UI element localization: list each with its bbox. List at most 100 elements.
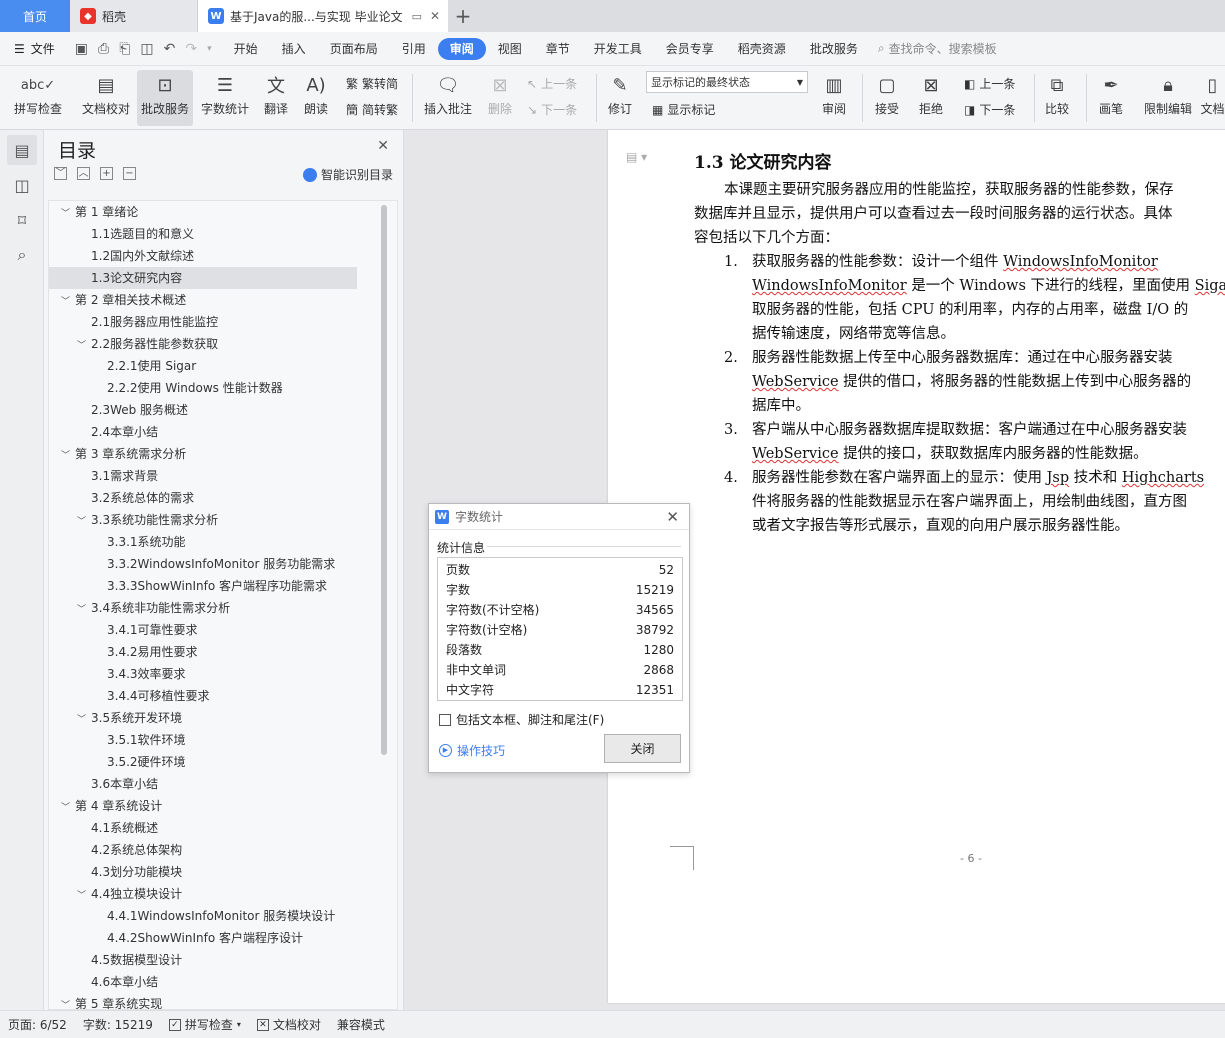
close-icon[interactable]: ✕ [666,508,679,526]
read-aloud-button[interactable]: A) 朗读 [298,70,334,126]
prev-comment-button[interactable]: ↖ 上一条 [527,75,577,92]
redo-icon[interactable]: ↷ [185,41,197,57]
document-permission-button[interactable]: ▯ 文档 [1200,70,1225,126]
proofread-status[interactable]: ✕ 文档校对 [249,1016,329,1033]
export-pdf-icon[interactable]: ⎙ [98,41,109,57]
toc-item[interactable]: ﹀ 3.3系统功能性需求分析 [49,509,397,531]
menu-view[interactable]: 视图 [486,38,534,60]
menu-correction-service[interactable]: 批改服务 [798,38,870,60]
misspelled-word[interactable]: Sigar [1195,278,1225,294]
prev-change-button[interactable]: ◧ 上一条 [964,75,1015,92]
chevron-down-icon[interactable]: ﹀ [61,203,75,225]
command-search[interactable]: ⌕ 查找命令、搜索模板 [878,40,997,57]
next-change-button[interactable]: ◨ 下一条 [964,101,1015,118]
toc-item[interactable]: 3.1需求背景 [49,465,397,487]
toc-item[interactable]: ﹀ 4.4独立模块设计 [49,883,397,905]
correction-service-button[interactable]: ⊡ 批改服务 [137,70,193,126]
chevron-down-icon[interactable]: ﹀ [77,709,91,731]
new-tab-button[interactable]: + [448,0,478,32]
spell-check-button[interactable]: abc✓ 拼写检查 [10,70,66,126]
include-textbox-checkbox[interactable]: 包括文本框、脚注和尾注(F) [439,711,604,728]
print-preview-icon[interactable]: ◫ [140,41,153,57]
chapter-nav-icon[interactable]: ◫ [7,170,37,200]
toc-item[interactable]: 1.3论文研究内容 [49,267,357,289]
menu-insert[interactable]: 插入 [270,38,318,60]
toc-item[interactable]: 3.4.4可移植性要求 [49,685,397,707]
toc-item[interactable]: 4.1系统概述 [49,817,397,839]
menu-review[interactable]: 审阅 [437,37,486,60]
chevron-down-icon[interactable]: ﹀ [61,995,75,1009]
misspelled-word[interactable]: WebService [752,374,839,390]
reject-button[interactable]: ⊠ 拒绝 [914,70,948,126]
toc-item[interactable]: 3.5.2硬件环境 [49,751,397,773]
insert-comment-button[interactable]: 🗨 插入批注 [420,70,476,126]
toc-item[interactable]: 3.3.3ShowWinInfo 客户端程序功能需求 [49,575,397,597]
misspelled-word[interactable]: WindowsInfoMonitor [1003,254,1158,270]
save-icon[interactable]: ▣ [75,41,88,57]
chevron-down-icon[interactable]: ﹀ [61,291,75,313]
compare-button[interactable]: ⧉ 比较 [1040,70,1074,126]
toc-item[interactable]: ﹀ 3.5系统开发环境 [49,707,397,729]
delete-comment-button[interactable]: ⊠ 删除 [480,70,520,126]
toc-item[interactable]: ﹀ 3.4系统非功能性需求分析 [49,597,397,619]
toc-item[interactable]: 2.2.1使用 Sigar [49,355,397,377]
toc-item[interactable]: 3.3.2WindowsInfoMonitor 服务功能需求 [49,553,397,575]
menu-docer-resources[interactable]: 稻壳资源 [726,38,798,60]
menu-start[interactable]: 开始 [222,38,270,60]
toc-item[interactable]: 2.3Web 服务概述 [49,399,397,421]
menu-references[interactable]: 引用 [390,38,438,60]
toc-item[interactable]: 4.4.1WindowsInfoMonitor 服务模块设计 [49,905,397,927]
toc-item[interactable]: 1.2国内外文献综述 [49,245,397,267]
toc-item[interactable]: ﹀ 2.2服务器性能参数获取 [49,333,397,355]
chevron-down-icon[interactable]: ﹀ [61,445,75,467]
menu-membership[interactable]: 会员专享 [654,38,726,60]
tab-docer[interactable]: ◆ 稻壳 [70,0,198,32]
misspelled-word[interactable]: Highcharts [1122,470,1204,486]
dialog-titlebar[interactable]: W 字数统计 [429,504,689,530]
add-heading-icon[interactable]: + [100,167,113,180]
chevron-down-icon[interactable]: ﹀ [61,797,75,819]
pen-button[interactable]: ✒ 画笔 [1094,70,1128,126]
chevron-down-icon[interactable]: ﹀ [77,599,91,621]
page-menu-icon[interactable]: ▤ ▾ [626,150,647,164]
toc-item[interactable]: 3.4.2易用性要求 [49,641,397,663]
toc-item[interactable]: 3.6本章小结 [49,773,397,795]
toc-item[interactable]: 4.5数据模型设计 [49,949,397,971]
toc-item[interactable]: 3.5.1软件环境 [49,729,397,751]
toc-item[interactable]: ﹀ 第 3 章系统需求分析 [49,443,397,465]
proofread-button[interactable]: ▤ 文档校对 [78,70,134,126]
word-count-button[interactable]: ☰ 字数统计 [197,70,253,126]
checkbox-box[interactable] [439,713,451,726]
menu-page-layout[interactable]: 页面布局 [318,38,390,60]
document-page[interactable]: ▤ ▾ 1.3 论文研究内容 本课题主要研究服务器应用的性能监控，获取服务器的性… [608,130,1225,1003]
expand-all-icon[interactable]: ︿ [77,167,90,180]
collapse-all-icon[interactable]: ﹀ [54,167,67,180]
toc-item[interactable]: 4.3划分功能模块 [49,861,397,883]
toc-item[interactable]: 2.1服务器应用性能监控 [49,311,397,333]
chevron-down-icon[interactable]: ﹀ [77,335,91,357]
toc-item[interactable]: 3.2系统总体的需求 [49,487,397,509]
toc-item[interactable]: 4.4.2ShowWinInfo 客户端程序设计 [49,927,397,949]
menu-chapter[interactable]: 章节 [534,38,582,60]
misspelled-word[interactable]: WindowsInfoMonitor [752,278,907,294]
remove-heading-icon[interactable]: − [123,167,136,180]
toc-item[interactable]: 3.4.1可靠性要求 [49,619,397,641]
toc-item[interactable]: 3.3.1系统功能 [49,531,397,553]
toc-item[interactable]: 4.2系统总体架构 [49,839,397,861]
smart-toc-button[interactable]: 智能识别目录 [302,166,393,183]
misspelled-word[interactable]: Jsp [1047,470,1070,486]
misspelled-word[interactable]: WebService [752,446,839,462]
menu-developer[interactable]: 开发工具 [582,38,654,60]
toc-item[interactable]: ﹀ 第 2 章相关技术概述 [49,289,397,311]
print-icon[interactable]: ⎗ [119,41,130,57]
tab-home[interactable]: 首页 [0,0,70,32]
track-changes-button[interactable]: ✎ 修订 [600,70,640,126]
next-comment-button[interactable]: ↘ 下一条 [527,101,577,118]
close-button[interactable]: 关闭 [604,734,681,763]
monitor-icon[interactable]: ▭ [412,10,422,23]
toc-item[interactable]: ﹀ 第 4 章系统设计 [49,795,397,817]
spell-check-status[interactable]: ✓ 拼写检查 ▾ [161,1016,249,1033]
toc-item[interactable]: 2.4本章小结 [49,421,397,443]
toc-item[interactable]: 3.4.3效率要求 [49,663,397,685]
toc-item[interactable]: 4.6本章小结 [49,971,397,993]
